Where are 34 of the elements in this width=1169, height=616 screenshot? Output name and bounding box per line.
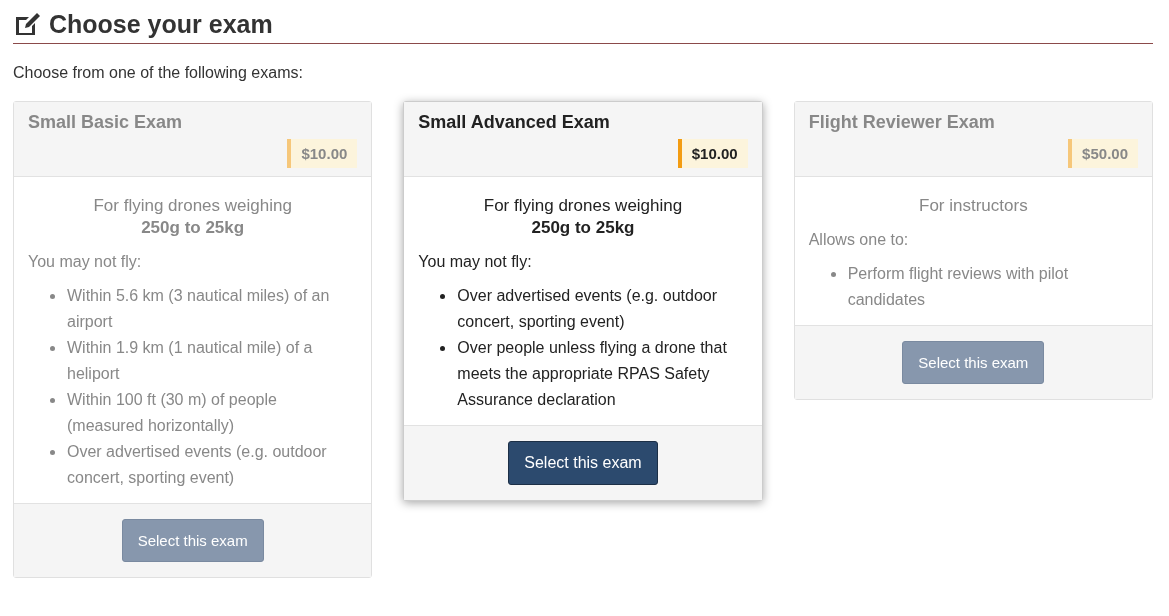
- bullet-icon: [50, 294, 55, 299]
- list-intro: Allows one to:: [808, 230, 910, 250]
- exam-summary: For instructors: [918, 195, 1029, 217]
- exam-title: Flight Reviewer Exam: [808, 112, 996, 133]
- bullet-icon: [440, 294, 446, 299]
- select-button[interactable]: Select this exam: [508, 441, 658, 485]
- weight-range: 250g to 25kg: [530, 217, 636, 239]
- bullet-icon: [50, 346, 55, 351]
- price-badge: $10.00: [677, 139, 748, 168]
- page-title: Choose your exam: [49, 10, 273, 39]
- price-badge: $10.00: [287, 139, 358, 168]
- list-item: Over advertised events (e.g. outdoor concert, sporting event): [457, 286, 719, 332]
- bullet-icon: [50, 398, 55, 403]
- exam-summary: For flying drones weighing: [92, 195, 293, 217]
- weight-range: 250g to 25kg: [140, 217, 246, 239]
- bullet-icon: [50, 450, 55, 455]
- price-badge: $50.00: [1068, 139, 1138, 168]
- intro-text: Choose from one of the following exams:: [13, 64, 304, 82]
- list-item: Perform flight reviews with pilot candidates: [847, 264, 1070, 310]
- exam-title: Small Basic Exam: [28, 112, 184, 133]
- list-item: Over people unless flying a drone that meets the appropriate RPAS Safety Assurance declaration: [457, 338, 728, 410]
- select-button[interactable]: Select this exam: [121, 519, 264, 562]
- list-item: Within 5.6 km (3 nautical miles) of an airport: [67, 286, 331, 332]
- list-item: Within 100 ft (30 m) of people (measured horizontally): [67, 390, 278, 436]
- list-item: Within 1.9 km (1 nautical mile) of a heliport: [67, 338, 314, 384]
- select-button[interactable]: Select this exam: [902, 341, 1045, 384]
- exam-title: Small Advanced Exam: [418, 112, 611, 133]
- list-item: Over advertised events (e.g. outdoor concert, sporting event): [67, 442, 328, 488]
- list-intro: You may not fly:: [418, 252, 533, 272]
- exam-summary: For flying drones weighing: [482, 195, 684, 217]
- bullet-icon: [440, 346, 446, 351]
- bullet-icon: [830, 272, 836, 277]
- list-intro: You may not fly:: [28, 252, 143, 272]
- edit-icon: [13, 11, 41, 38]
